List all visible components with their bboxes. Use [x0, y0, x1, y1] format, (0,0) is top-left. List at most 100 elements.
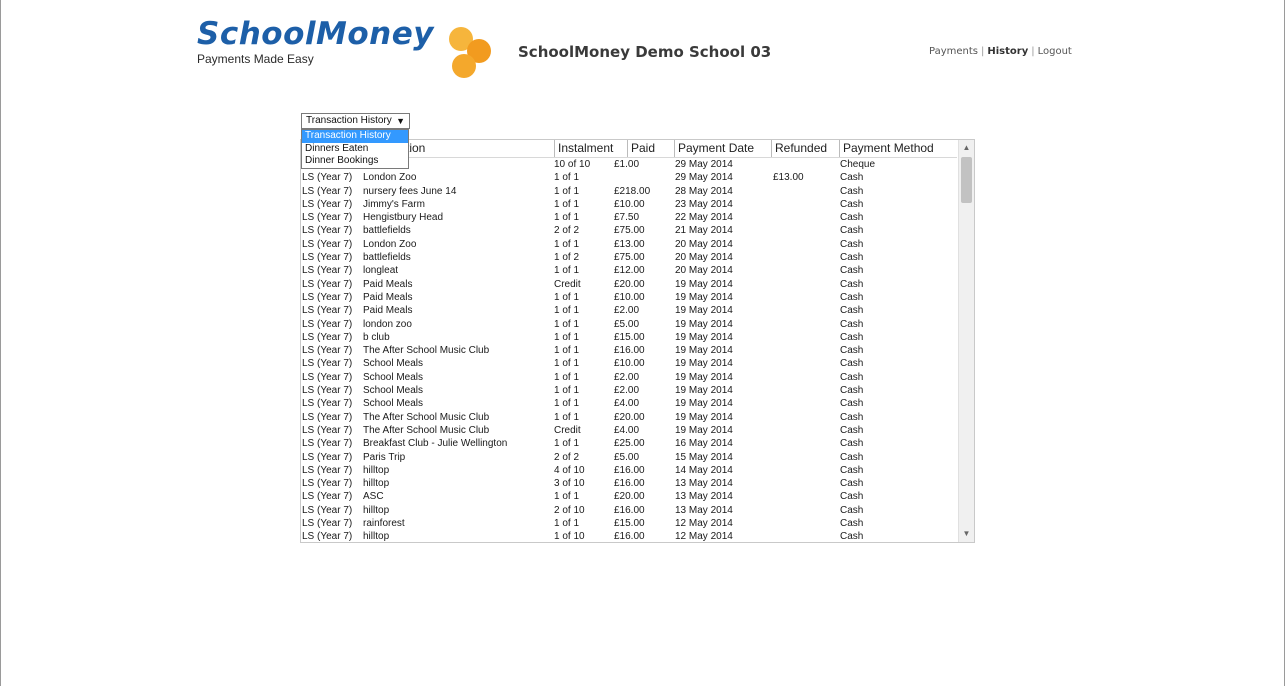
column-header-payment-date[interactable]: Payment Date	[674, 140, 771, 157]
scrollbar-thumb[interactable]	[961, 157, 972, 203]
cell-description: London Zoo	[363, 238, 417, 250]
table-row[interactable]: LS (Year 7) Paid Meals 1 of 1 £2.00 19 May 2…	[301, 304, 957, 317]
table-row[interactable]: LS (Year 7) London Zoo 1 of 1 £13.00 20 May …	[301, 238, 957, 251]
schoolmoney-logo[interactable]: SchoolMoney Payments Made Easy	[197, 18, 497, 84]
view-select[interactable]: Transaction History ▼	[301, 113, 410, 129]
table-row[interactable]: LS (Year 7) School Meals 1 of 1 £4.00 19 May…	[301, 397, 957, 410]
table-row[interactable]: LS (Year 7) hilltop 4 of 10 £16.00 14 May 20…	[301, 464, 957, 477]
table-row[interactable]: LS (Year 7) School Meals 1 of 1 £2.00 19 May…	[301, 371, 957, 384]
column-header-paid[interactable]: Paid	[627, 140, 674, 157]
column-header-instalment[interactable]: Instalment	[554, 140, 627, 157]
cell-payment-method: Cash	[840, 531, 864, 543]
table-row[interactable]: LS (Year 7) School Meals 1 of 1 £2.00 19 May…	[301, 384, 957, 397]
cell-payment-method: Cash	[840, 385, 864, 397]
cell-payment-method: Cash	[840, 331, 864, 343]
cell-instalment: 1 of 1	[554, 345, 580, 357]
cell-paid: £15.00	[614, 518, 645, 530]
cell-instalment: 1 of 1	[554, 358, 580, 370]
table-row[interactable]: LS (Year 7) School Meals 1 of 1 £10.00 19 Ma…	[301, 357, 957, 370]
transaction-table[interactable]: ction Instalment Paid Payment Date Refun…	[300, 139, 975, 543]
cell-payment-method: Cash	[840, 371, 864, 383]
cell-description: b club	[363, 331, 390, 343]
scroll-down-arrow-icon[interactable]: ▼	[959, 526, 974, 542]
cell-description: battlefields	[363, 225, 411, 237]
nav-history-link[interactable]: History	[987, 46, 1028, 57]
cell-payment-method: Cash	[840, 464, 864, 476]
cell-payment-date: 19 May 2014	[675, 385, 733, 397]
table-row[interactable]: LS (Year 7) nursery fees June 14 1 of 1 £21…	[301, 185, 957, 198]
cell-instalment: 1 of 1	[554, 491, 580, 503]
cell-payment-date: 12 May 2014	[675, 518, 733, 530]
cell-payment-date: 13 May 2014	[675, 504, 733, 516]
cell-payment-method: Cash	[840, 345, 864, 357]
cell-paid: £20.00	[614, 411, 645, 423]
table-row[interactable]: LS (Year 7) London Zoo 1 of 1 29 May 2014 £1…	[301, 171, 957, 184]
table-row[interactable]: LS (Year 7) Paris Trip 2 of 2 £5.00 15 May 2…	[301, 451, 957, 464]
option-dinner-bookings[interactable]: Dinner Bookings	[302, 155, 408, 168]
table-row[interactable]: LS (Year 7) Paid Meals 1 of 1 £10.00 19 May …	[301, 291, 957, 304]
cell-payment-date: 29 May 2014	[675, 172, 733, 184]
cell-payment-date: 20 May 2014	[675, 265, 733, 277]
cell-instalment: 10 of 10	[554, 159, 591, 170]
dropdown-arrow-icon: ▼	[396, 116, 405, 126]
scroll-up-arrow-icon[interactable]: ▲	[959, 140, 974, 156]
cell-payment-date: 19 May 2014	[675, 424, 733, 436]
cell-description: hilltop	[363, 464, 390, 476]
cell-instalment: 1 of 1	[554, 212, 580, 224]
table-row[interactable]: LS (Year 7) hilltop 3 of 10 £16.00 13 May 20…	[301, 477, 957, 490]
cell-paid: £75.00	[614, 225, 645, 237]
cell-description: The After School Music Club	[363, 345, 490, 357]
cell-payment-method: Cash	[840, 291, 864, 303]
cell-child: LS (Year 7)	[302, 238, 353, 250]
table-row[interactable]: LS (Year 7) battlefields 2 of 2 £75.00 21 Ma…	[301, 224, 957, 237]
table-row[interactable]: LS (Year 7) battlefields 1 of 2 £75.00 20 Ma…	[301, 251, 957, 264]
cell-instalment: 1 of 1	[554, 398, 580, 410]
nav-logout-link[interactable]: Logout	[1038, 46, 1072, 57]
table-row[interactable]: LS (Year 7) rainforest 1 of 1 £15.00 12 May …	[301, 517, 957, 530]
table-row[interactable]: LS (Year 7) hilltop 2 of 10 £16.00 13 May 20…	[301, 504, 957, 517]
table-row[interactable]: LS (Year 7) Hengistbury Head 1 of 1 £7.50 22…	[301, 211, 957, 224]
cell-instalment: 4 of 10	[554, 464, 585, 476]
cell-child: LS (Year 7)	[302, 291, 353, 303]
cell-description: Paris Trip	[363, 451, 406, 463]
table-row[interactable]: LS (Year 7) The After School Music Club Cr…	[301, 424, 957, 437]
table-row[interactable]: LS (Year 7) Jimmy's Farm 1 of 1 £10.00 23 Ma…	[301, 198, 957, 211]
cell-payment-date: 19 May 2014	[675, 291, 733, 303]
table-row[interactable]: LS (Year 7) hilltop 1 of 10 £16.00 12 May 20…	[301, 530, 957, 543]
cell-paid: £15.00	[614, 331, 645, 343]
cell-paid: £4.00	[614, 424, 640, 436]
table-row[interactable]: LS (Year 7) The After School Music Club 1 …	[301, 344, 957, 357]
cell-payment-method: Cash	[840, 278, 864, 290]
cell-payment-method: Cash	[840, 504, 864, 516]
top-navigation: Payments | History | Logout	[929, 46, 1072, 57]
nav-separator: |	[981, 46, 985, 57]
cell-child: LS (Year 7)	[302, 531, 353, 543]
cell-paid: £16.00	[614, 478, 645, 490]
nav-payments-link[interactable]: Payments	[929, 46, 978, 57]
table-row[interactable]: LS (Year 7) Breakfast Club - Julie Wellin…	[301, 437, 957, 450]
table-row[interactable]: LS (Year 7) Paid Meals Credit £20.00 19 May …	[301, 278, 957, 291]
cell-payment-date: 19 May 2014	[675, 371, 733, 383]
cell-payment-date: 19 May 2014	[675, 411, 733, 423]
column-header-refunded[interactable]: Refunded	[771, 140, 839, 157]
table-row[interactable]: LS (Year 7) b club 1 of 1 £15.00 19 May 2014…	[301, 331, 957, 344]
cell-instalment: 1 of 1	[554, 318, 580, 330]
school-name: SchoolMoney Demo School 03	[518, 43, 772, 61]
cell-description: Paid Meals	[363, 305, 413, 317]
cell-child: LS (Year 7)	[302, 371, 353, 383]
vertical-scrollbar[interactable]: ▲ ▼	[958, 140, 974, 542]
cell-payment-date: 29 May 2014	[675, 159, 733, 170]
table-row[interactable]: LS (Year 7) london zoo 1 of 1 £5.00 19 May 2…	[301, 318, 957, 331]
cell-payment-method: Cash	[840, 398, 864, 410]
option-dinners-eaten[interactable]: Dinners Eaten	[302, 143, 408, 156]
table-row[interactable]: LS (Year 7) longleat 1 of 1 £12.00 20 May 20…	[301, 264, 957, 277]
cell-payment-method: Cash	[840, 198, 864, 210]
table-row[interactable]: LS (Year 7) The After School Music Club 1 …	[301, 411, 957, 424]
cell-child: LS (Year 7)	[302, 504, 353, 516]
option-transaction-history[interactable]: Transaction History	[302, 130, 408, 143]
cell-paid: £10.00	[614, 358, 645, 370]
cell-paid: £16.00	[614, 504, 645, 516]
table-row[interactable]: LS (Year 7) ASC 1 of 1 £20.00 13 May 2014 Cas…	[301, 490, 957, 503]
column-header-payment-method[interactable]: Payment Method	[839, 140, 940, 157]
cell-description: Paid Meals	[363, 278, 413, 290]
